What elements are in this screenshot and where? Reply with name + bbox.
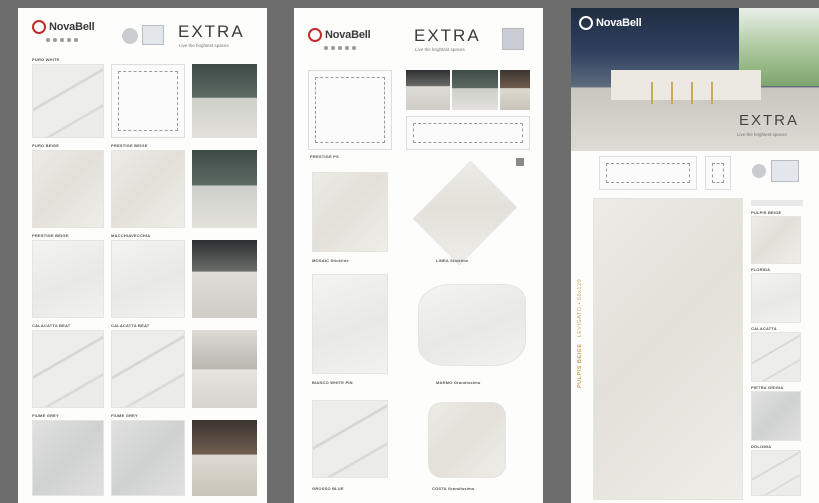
tile-sample [32,150,104,228]
stool [691,82,693,104]
room-photo [192,240,257,318]
catalog-panel-3: NovaBell EXTRA Live the brightest spaces… [571,8,819,503]
globe-badge-icon [122,28,138,44]
tile-layout-sketch [308,70,392,150]
tile-label: GROSSO BLUE [312,486,344,491]
large-tile-sample [593,198,743,500]
product-spec: LEVIGATO • 60x120 [577,278,583,338]
small-icon [516,158,524,166]
novabell-logo: NovaBell [308,28,371,42]
room-photo [192,150,257,228]
tile-label: CALACATTA BEAT [32,323,71,328]
sample-label: CALACATTA [751,326,777,331]
novabell-logo-icon [32,20,46,34]
tile-sample [312,400,388,478]
tile-label: FIUME GREY [111,413,138,418]
stool [671,82,673,104]
novabell-logo: NovaBell [579,16,642,30]
novabell-logo: NovaBell [32,20,95,34]
tile-sample [111,150,185,228]
tile-label: MOSAIC Stickline [312,258,349,263]
mosaic-sample [412,160,518,266]
color-dots [46,38,78,42]
novabell-logo-icon [579,16,593,30]
novabell-logo-icon [308,28,322,42]
tile-layout-sketch [406,116,530,150]
tile-layout-sketch [111,64,185,138]
product-name: PULPIS BEIGE [577,343,583,388]
tile-label: PURO WHITE [32,57,60,62]
room-photo [452,70,498,110]
room-photo [192,420,257,496]
tile-sample [32,64,104,138]
room-photo [192,64,257,138]
catalog-panel-2: NovaBell EXTRA Live the brightest spaces… [294,8,543,503]
certification-icon [142,25,164,45]
tile-sample [751,391,801,441]
tile-sample [751,450,801,496]
product-side-label: PULPIS BEIGE LEVIGATO • 60x120 [577,279,583,388]
tile-sample [312,172,388,252]
tile-sample [32,420,104,496]
tile-sample [32,240,104,318]
tile-sample [111,330,185,408]
tile-label: PRESTIGE BEIGE [111,143,148,148]
brand-name: NovaBell [596,17,642,29]
tile-label: PRESTIGE BEIGE [32,233,69,238]
tile-sample [32,330,104,408]
room-photo [500,70,530,110]
tile-label: FIUME GREY [32,413,59,418]
tile-label: PURO BEIGE [32,143,60,148]
collection-title: EXTRA [414,26,481,45]
brand-name: NovaBell [325,29,371,41]
hero-counter [611,70,761,100]
tile-sample [111,420,185,496]
hero-room-photo: NovaBell EXTRA Live the brightest spaces [571,8,819,151]
tile-label: CALACATTA BEAT [111,323,150,328]
tile-label: BIANCO WHITE PIN [312,380,353,385]
certification-icon [771,160,799,182]
tile-label: COSTA Grandissimo [432,486,475,491]
sample-label: PIETRA GRIGIA [751,385,784,390]
tagline: Live the brightest spaces [179,43,229,48]
collection-title: EXTRA [178,22,245,41]
tile-label: PRESTIGE PS [310,154,339,159]
tile-label: LINEA Stickline [436,258,469,263]
color-dots [324,46,356,50]
brand-name: NovaBell [49,21,95,33]
catalog-panel-1: NovaBell EXTRA Live the brightest spaces… [18,8,267,503]
tile-layout-sketch [599,156,697,190]
tagline: Live the brightest spaces [737,132,787,137]
mosaic-sample [418,284,526,366]
tile-sample [312,274,388,374]
tile-label: MACCHIAVECCHIA [111,233,151,238]
collection-title: EXTRA [739,112,800,129]
room-photo [192,330,257,408]
sample-header-bar [751,200,803,206]
tile-sample [751,216,801,264]
tagline: Live the brightest spaces [415,47,465,52]
tile-sample [751,273,801,323]
sample-label: PULPIS BEIGE [751,210,782,215]
tile-layout-sketch [705,156,731,190]
tile-sample [751,332,801,382]
tile-label: MARMO Grandissimo [436,380,481,385]
sample-label: DOLOMIA [751,444,772,449]
stool [711,82,713,104]
mosaic-sample [428,402,506,478]
globe-badge-icon [752,164,766,178]
room-photo [406,70,450,110]
sample-label: FLORIDA [751,267,771,272]
certification-icon [502,28,524,50]
stool [651,82,653,104]
tile-sample [111,240,185,318]
